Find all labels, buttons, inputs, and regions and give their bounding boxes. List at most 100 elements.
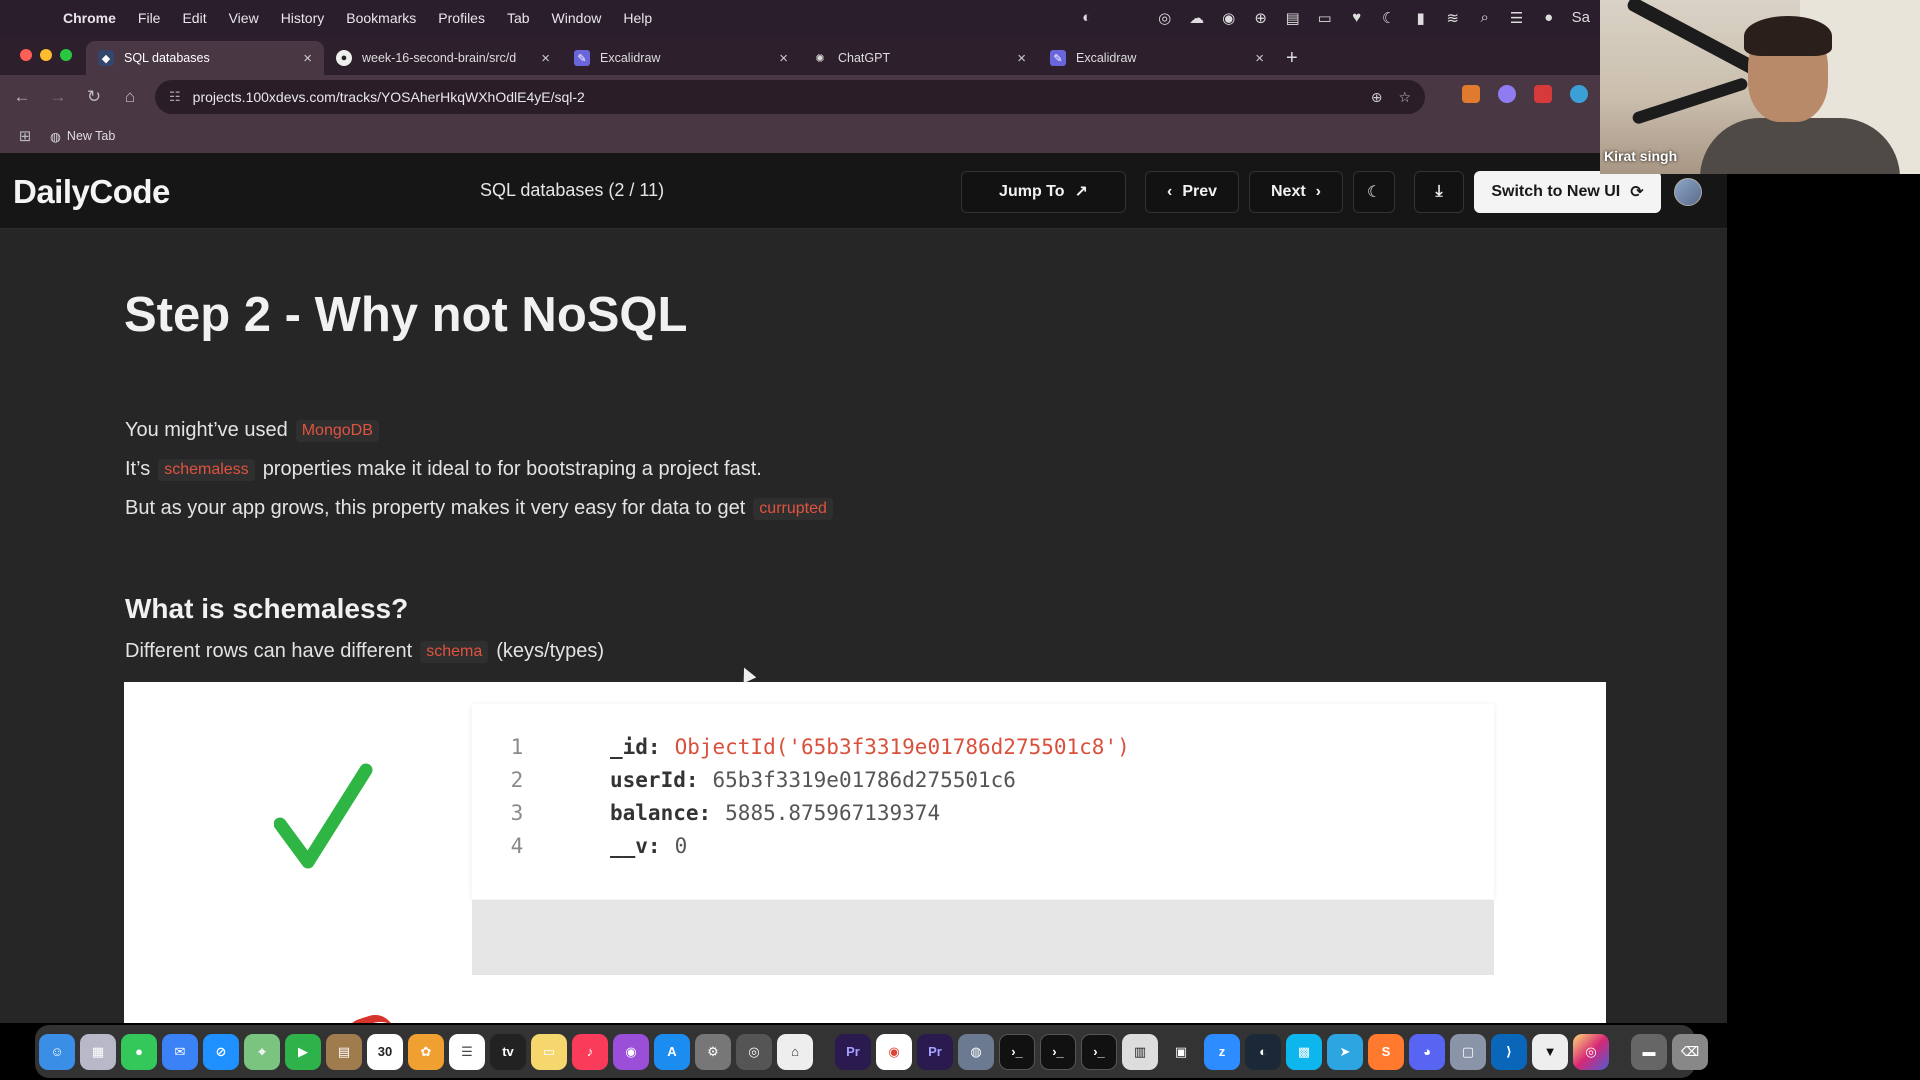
telegram-icon[interactable]: ➤: [1327, 1033, 1363, 1070]
instagram-icon[interactable]: ◎: [1573, 1033, 1609, 1070]
new-tab-icon[interactable]: +: [1276, 41, 1308, 75]
site-logo[interactable]: DailyCode: [13, 173, 170, 211]
appstore-icon[interactable]: A: [654, 1033, 690, 1070]
bookmark-new-tab[interactable]: ◍ New Tab: [50, 129, 115, 144]
menu-view[interactable]: View: [218, 10, 270, 26]
menu-tab[interactable]: Tab: [496, 10, 541, 26]
heart-icon[interactable]: ♥: [1348, 9, 1366, 26]
vscode-icon[interactable]: ⟩: [1491, 1033, 1527, 1070]
minimize-window-icon[interactable]: [40, 49, 52, 61]
menu-bookmarks[interactable]: Bookmarks: [335, 10, 427, 26]
forward-icon[interactable]: →: [40, 87, 76, 107]
menu-edit[interactable]: Edit: [171, 10, 217, 26]
control-center-icon[interactable]: ☰: [1508, 9, 1526, 27]
zoom-icon[interactable]: z: [1204, 1033, 1240, 1070]
maximize-window-icon[interactable]: [60, 49, 72, 61]
preview-icon[interactable]: ⌂: [777, 1033, 813, 1070]
tab-excalidraw[interactable]: ✎ Excalidraw ×: [562, 41, 800, 75]
close-tab-icon[interactable]: ×: [1255, 50, 1264, 67]
extension-icon[interactable]: [1534, 85, 1552, 103]
avatar[interactable]: [1674, 178, 1702, 206]
tab-chatgpt[interactable]: ✺ ChatGPT ×: [800, 41, 1038, 75]
podcasts-icon[interactable]: ◉: [613, 1033, 649, 1070]
home-icon[interactable]: ⌂: [112, 87, 148, 107]
tab-sql-databases[interactable]: ◆ SQL databases ×: [86, 41, 324, 75]
close-tab-icon[interactable]: ×: [303, 50, 312, 67]
menu-help[interactable]: Help: [612, 10, 663, 26]
trash-icon[interactable]: ⌫: [1672, 1033, 1708, 1070]
menu-history[interactable]: History: [270, 10, 336, 26]
chrome-icon[interactable]: ◉: [876, 1033, 912, 1070]
apps-grid-icon[interactable]: ⊞: [0, 127, 50, 145]
network-icon[interactable]: ◉: [1220, 9, 1238, 27]
terminal-icon-2[interactable]: ›_: [1040, 1033, 1076, 1070]
messages-icon[interactable]: ●: [121, 1033, 157, 1070]
menu-app-name[interactable]: Chrome: [52, 10, 127, 26]
monitor-icon[interactable]: ▣: [1163, 1033, 1199, 1070]
music-icon[interactable]: ♪: [572, 1033, 608, 1070]
globe-icon[interactable]: ⊕: [1252, 9, 1270, 27]
cloud-icon[interactable]: ☁: [1188, 9, 1206, 27]
react-devtools-icon[interactable]: [1570, 85, 1588, 103]
stickies-icon[interactable]: ▭: [531, 1033, 567, 1070]
appletv-icon[interactable]: tv: [490, 1033, 526, 1070]
menu-profiles[interactable]: Profiles: [427, 10, 496, 26]
tab-github[interactable]: ● week-16-second-brain/src/d ×: [324, 41, 562, 75]
next-button[interactable]: Next ›: [1249, 171, 1343, 213]
mail-icon[interactable]: ✉: [162, 1033, 198, 1070]
notes-icon[interactable]: ▤: [326, 1033, 362, 1070]
archive-icon[interactable]: ▬: [1631, 1033, 1667, 1070]
sublime-icon[interactable]: S: [1368, 1033, 1404, 1070]
moon-icon[interactable]: ☾: [1380, 9, 1398, 27]
metamask-icon[interactable]: [1462, 85, 1480, 103]
steam-icon[interactable]: ◐: [1245, 1033, 1281, 1070]
premiere-icon[interactable]: Pr: [835, 1033, 871, 1070]
address-bar[interactable]: ☷ projects.100xdevs.com/tracks/YOSAherHk…: [155, 80, 1425, 114]
bookmark-star-icon[interactable]: ☆: [1398, 89, 1411, 106]
docker-icon[interactable]: ▩: [1286, 1033, 1322, 1070]
tab-excalidraw-2[interactable]: ✎ Excalidraw ×: [1038, 41, 1276, 75]
reload-icon[interactable]: ↻: [76, 87, 112, 107]
screen-icon[interactable]: ▢: [1450, 1033, 1486, 1070]
close-tab-icon[interactable]: ×: [1017, 50, 1026, 67]
facetime-icon[interactable]: ▶: [285, 1033, 321, 1070]
theme-toggle-button[interactable]: ☾: [1353, 171, 1395, 213]
battery-sensor-icon[interactable]: ▭: [1316, 9, 1334, 27]
maps-icon[interactable]: ⌖: [244, 1033, 280, 1070]
chrome-devtools-icon[interactable]: ◎: [736, 1033, 772, 1070]
search-icon[interactable]: ⌕: [1476, 9, 1494, 26]
premiere-icon-2[interactable]: Pr: [917, 1033, 953, 1070]
vpn-icon[interactable]: ◎: [1156, 9, 1174, 27]
photos-icon[interactable]: ✿: [408, 1033, 444, 1070]
prev-button[interactable]: ‹ Prev: [1145, 171, 1239, 213]
calendar-icon[interactable]: 30: [367, 1033, 403, 1070]
finder-icon[interactable]: ☺: [39, 1033, 75, 1070]
proxyman-icon[interactable]: ◍: [958, 1033, 994, 1070]
zoom-icon[interactable]: ⊕: [1371, 89, 1383, 106]
siri-icon[interactable]: ●: [1540, 9, 1558, 26]
reminders-icon[interactable]: ☰: [449, 1033, 485, 1070]
launchpad-icon[interactable]: ▦: [80, 1033, 116, 1070]
menu-file[interactable]: File: [127, 10, 172, 26]
sync-icon[interactable]: ◐: [1078, 9, 1096, 26]
terminal-icon[interactable]: ›_: [999, 1033, 1035, 1070]
cursor-icon[interactable]: ▼: [1532, 1033, 1568, 1070]
settings-icon[interactable]: ⚙: [695, 1033, 731, 1070]
piano-icon[interactable]: ▥: [1122, 1033, 1158, 1070]
clipboard-icon[interactable]: ▤: [1284, 9, 1302, 27]
switch-ui-button[interactable]: Switch to New UI ⟳: [1474, 171, 1661, 213]
close-tab-icon[interactable]: ×: [541, 50, 550, 67]
terminal-icon-3[interactable]: ›_: [1081, 1033, 1117, 1070]
discord-icon[interactable]: ◕: [1409, 1033, 1445, 1070]
wifi-icon[interactable]: ≋: [1444, 9, 1462, 27]
jump-to-button[interactable]: Jump To ↗: [961, 171, 1126, 213]
site-info-icon[interactable]: ☷: [169, 89, 181, 105]
safari-icon[interactable]: ⊘: [203, 1033, 239, 1070]
close-window-icon[interactable]: [20, 49, 32, 61]
close-tab-icon[interactable]: ×: [779, 50, 788, 67]
download-button[interactable]: ⤓: [1414, 171, 1464, 213]
back-icon[interactable]: ←: [4, 87, 40, 107]
battery-icon[interactable]: ▮: [1412, 9, 1430, 27]
extension-icon[interactable]: [1498, 85, 1516, 103]
menu-window[interactable]: Window: [541, 10, 613, 26]
